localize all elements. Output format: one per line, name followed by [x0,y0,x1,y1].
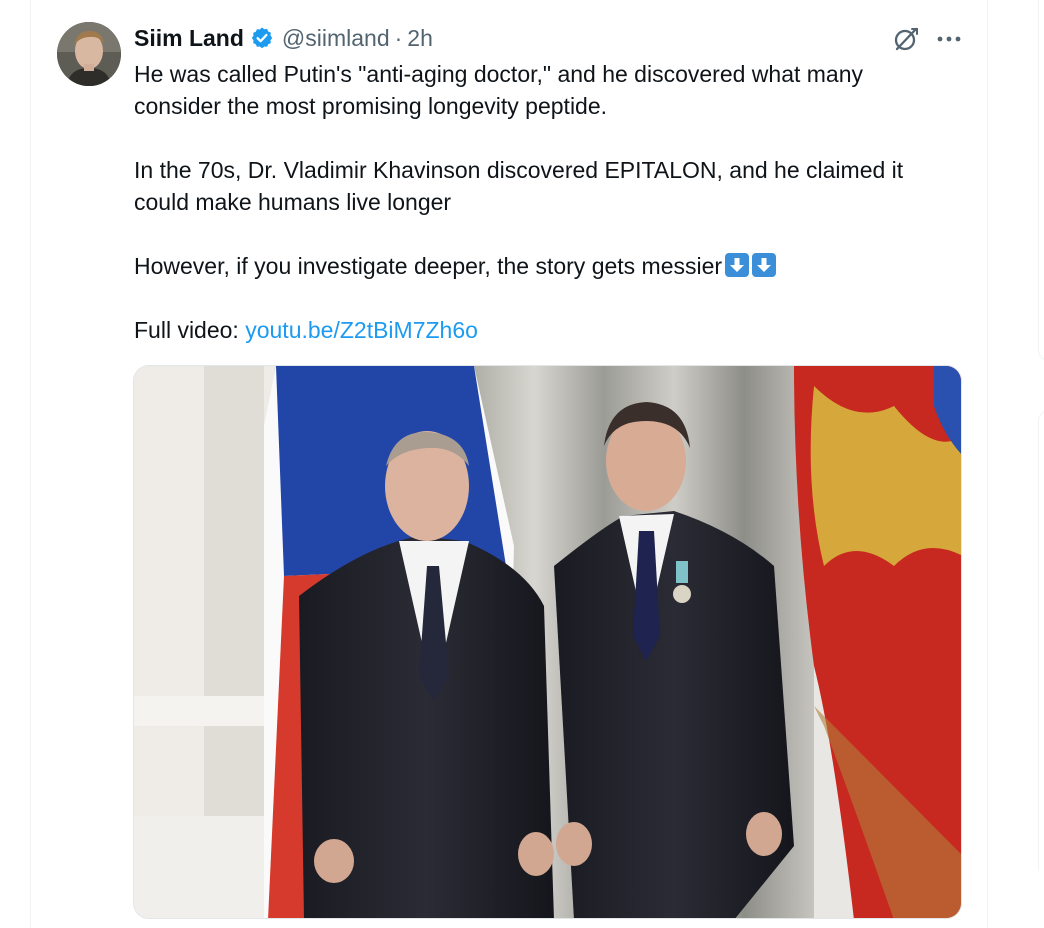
photo-image [134,366,961,918]
down-arrow-emoji-icon [725,253,750,277]
sidebar-card-edge [1038,410,1044,871]
verified-badge-icon[interactable] [250,26,274,50]
tweet-text-line: consider the most promising longevity pe… [134,93,608,119]
tweet-text-line: could make humans live longer [134,189,452,215]
video-line: Full video: youtu.be/Z2tBiM7Zh6o [134,314,478,346]
sidebar-card-edge [1038,0,1044,361]
tweet-header: Siim Land @siimland · 2h [134,22,433,54]
tweet-text-line: He was called Putin's "anti-aging doctor… [134,61,864,87]
tweet-text: However, if you investigate deeper, the … [134,253,723,279]
grok-icon[interactable] [891,24,921,54]
tweet-text-line-with-emoji: However, if you investigate deeper, the … [134,250,777,282]
video-label: Full video: [134,317,246,343]
tweet-time[interactable]: 2h [407,25,433,52]
avatar-image [57,22,121,86]
avatar[interactable] [57,22,121,86]
header-separator: · [394,24,403,51]
author-handle[interactable]: @siimland [282,25,390,52]
more-icon[interactable] [934,24,964,54]
video-link[interactable]: youtu.be/Z2tBiM7Zh6o [245,317,478,343]
tweet-photo[interactable] [133,365,962,919]
down-arrow-emoji-icon [752,253,777,277]
author-name[interactable]: Siim Land [134,25,244,52]
tweet-text-line: In the 70s, Dr. Vladimir Khavinson disco… [134,157,904,183]
